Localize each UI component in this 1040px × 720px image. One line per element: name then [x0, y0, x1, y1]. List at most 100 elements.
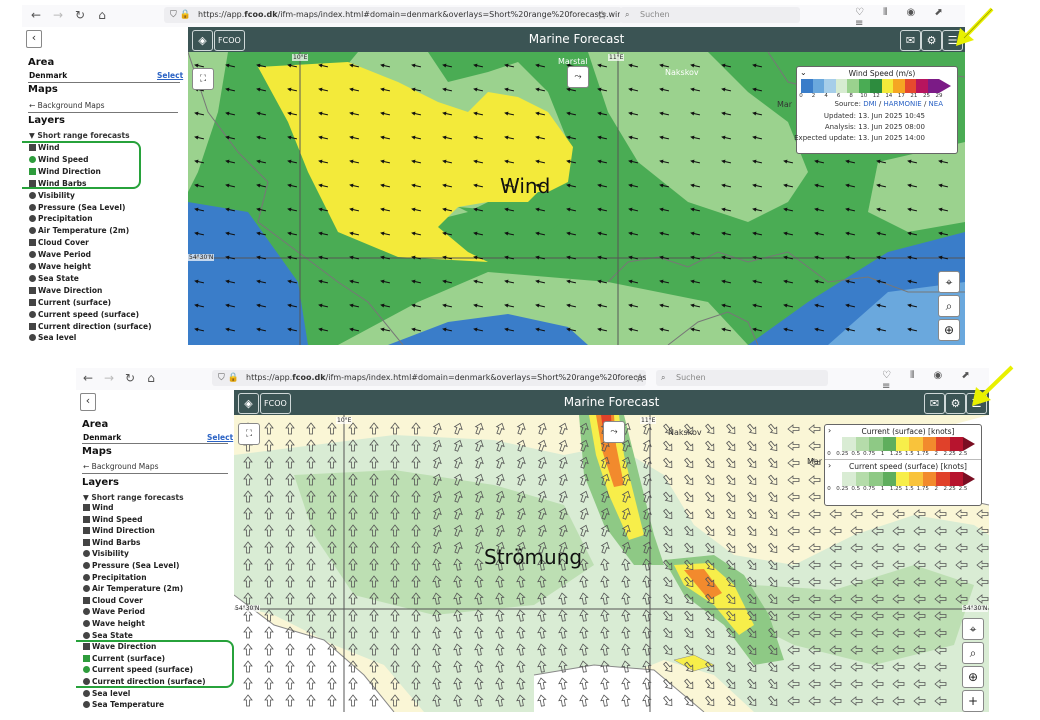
- chevron-right-icon[interactable]: ›: [828, 426, 831, 435]
- back-arrow-icon[interactable]: ←: [28, 7, 44, 23]
- layer-item[interactable]: Pressure (Sea Level): [29, 203, 125, 212]
- layer-item[interactable]: Current (surface): [29, 298, 111, 307]
- layer-item[interactable]: Sea Temperature: [83, 700, 164, 709]
- layer-group-short-range[interactable]: ▼ Short range forecasts: [83, 493, 184, 502]
- gear-icon[interactable]: ⚙: [945, 393, 966, 414]
- chevron-right-icon[interactable]: ›: [828, 461, 831, 470]
- layer-item[interactable]: Current speed (surface): [29, 310, 139, 319]
- crosshair-icon[interactable]: ⊕: [938, 319, 960, 341]
- radio-icon: [83, 585, 90, 593]
- browser-toolbar-icons[interactable]: ♡ ⫴ ◉ ⬈ ≡: [855, 7, 965, 29]
- location-pin-icon[interactable]: ⌖: [962, 618, 984, 640]
- sidebar-back-button[interactable]: ‹: [80, 393, 96, 411]
- layer-item[interactable]: Current direction (surface): [29, 322, 152, 331]
- layer-item[interactable]: Visibility: [29, 191, 75, 200]
- reload-icon[interactable]: ↻: [122, 370, 138, 386]
- legend-updated: Updated: 13. Jun 2025 10:45: [823, 112, 925, 120]
- radio-icon: [83, 550, 90, 558]
- layer-item[interactable]: Wind Direction: [83, 526, 155, 535]
- checkbox-icon: [83, 538, 90, 546]
- legend-color-bar: [829, 472, 977, 486]
- legend-tick-label: 1: [880, 451, 885, 457]
- home-icon[interactable]: ⌂: [143, 370, 159, 386]
- area-value: Denmark: [29, 71, 68, 80]
- legend-swatch: [922, 472, 938, 486]
- address-bar[interactable]: ⛉ 🔒 https://app.fcoo.dk/ifm-maps/index.h…: [212, 370, 646, 386]
- legend-swatch: [855, 472, 871, 486]
- layer-item[interactable]: Wave height: [83, 619, 145, 628]
- zoom-search-icon[interactable]: ⌕: [962, 642, 984, 664]
- source-dmi-link[interactable]: DMI: [863, 100, 877, 108]
- map-tools-icon[interactable]: ⛶: [238, 423, 260, 445]
- map-tools-icon[interactable]: ⛶: [192, 68, 214, 90]
- browser-search-box[interactable]: ⌕ Suchen: [656, 370, 828, 386]
- bookmark-star-icon[interactable]: ☆: [632, 370, 648, 386]
- reload-icon[interactable]: ↻: [72, 7, 88, 23]
- route-icon[interactable]: ⤳: [603, 421, 625, 443]
- map-wind[interactable]: 10°E 11°E 54°30'N Marstal Nakskov Wind ⛶…: [188, 52, 965, 345]
- grid-label-lon: 11°E: [608, 54, 625, 61]
- legend-swatch: [936, 437, 951, 451]
- browser-toolbar: ← → ↻ ⌂ ⛉ 🔒 https://app.fcoo.dk/ifm-maps…: [22, 5, 965, 29]
- layer-item[interactable]: Pressure (Sea Level): [83, 561, 179, 570]
- area-select-link[interactable]: Select: [207, 433, 233, 442]
- bookmark-star-icon[interactable]: ☆: [594, 7, 610, 23]
- crosshair-icon[interactable]: ⊕: [962, 666, 984, 688]
- legend-tick-label: 1.25: [889, 486, 903, 492]
- legend-swatch: [829, 437, 844, 451]
- layer-item[interactable]: Precipitation: [29, 214, 93, 223]
- layer-item[interactable]: Visibility: [83, 549, 129, 558]
- legend-tick-label: 1.5: [905, 486, 914, 492]
- location-pin-icon[interactable]: ⌖: [938, 271, 960, 293]
- layer-item[interactable]: Sea level: [83, 689, 130, 698]
- layer-item[interactable]: Wind Speed: [83, 515, 142, 524]
- layer-label: Wave height: [38, 262, 91, 271]
- legend-swatch: [855, 437, 871, 451]
- layer-item[interactable]: Sea level: [29, 333, 76, 342]
- layer-item[interactable]: Cloud Cover: [29, 238, 89, 247]
- layer-item[interactable]: Sea State: [83, 631, 133, 640]
- layer-item[interactable]: Sea State: [29, 274, 79, 283]
- legend-ticks: 0 0.25 0.5 0.75 1 1.25 1.5 1.75 2 2.25 2.5: [827, 486, 977, 494]
- search-icon: ⌕: [661, 373, 666, 382]
- source-nea-link[interactable]: NEA: [929, 100, 943, 108]
- forward-arrow-icon[interactable]: →: [50, 7, 66, 23]
- layer-group-short-range[interactable]: ▼ Short range forecasts: [29, 131, 130, 140]
- mail-icon[interactable]: ✉: [924, 393, 945, 414]
- layers-heading: Layers: [82, 477, 119, 488]
- map-current[interactable]: 10°E 11°E 54°30'N 54°30'N Nakskov Mar St…: [234, 415, 989, 712]
- source-harmonie-link[interactable]: HARMONIE: [884, 100, 922, 108]
- zoom-search-icon[interactable]: ⌕: [938, 295, 960, 317]
- layer-item[interactable]: Cloud Cover: [83, 596, 143, 605]
- back-arrow-icon[interactable]: ←: [80, 370, 96, 386]
- wind-speed-legend[interactable]: ⌄ Wind Speed (m/s) 0 2 4 6 8 10 12 14 17 21 25 29 So…: [794, 66, 958, 154]
- layer-item[interactable]: Precipitation: [83, 573, 147, 582]
- home-icon[interactable]: ⌂: [94, 7, 110, 23]
- background-maps-link[interactable]: ← Background Maps: [83, 462, 159, 471]
- background-maps-link[interactable]: ← Background Maps: [29, 101, 105, 110]
- gear-icon[interactable]: ⚙: [921, 30, 942, 51]
- current-legend[interactable]: › Current (surface) [knots] 0 0.25 0.5 0.75 1…: [824, 424, 982, 506]
- layer-item[interactable]: Wave Period: [29, 250, 91, 259]
- layer-item[interactable]: Wind Barbs: [83, 538, 140, 547]
- route-icon[interactable]: ⤳: [567, 66, 589, 88]
- layer-item[interactable]: Wave Period: [83, 607, 145, 616]
- layer-item[interactable]: Wave height: [29, 262, 91, 271]
- layer-item[interactable]: Wind: [83, 503, 114, 512]
- sidebar-back-button[interactable]: ‹: [26, 30, 42, 48]
- legend-tick-label: 2.25: [943, 486, 956, 492]
- area-select-link[interactable]: Select: [157, 71, 183, 80]
- layer-item[interactable]: Air Temperature (2m): [29, 226, 129, 235]
- legend-tick-label: 4: [824, 93, 828, 99]
- legend-swatch: [896, 437, 911, 451]
- mail-icon[interactable]: ✉: [900, 30, 921, 51]
- layer-item[interactable]: Air Temperature (2m): [83, 584, 183, 593]
- browser-search-box[interactable]: ⌕ Suchen: [620, 7, 800, 23]
- address-bar[interactable]: ⛉ 🔒 https://app.fcoo.dk/ifm-maps/index.h…: [164, 7, 622, 23]
- legend-tick-label: 14: [885, 93, 893, 99]
- forward-arrow-icon[interactable]: →: [101, 370, 117, 386]
- legend-overflow-arrow: [963, 437, 975, 451]
- zoom-in-icon[interactable]: +: [962, 690, 984, 712]
- chevron-down-icon[interactable]: ⌄: [800, 68, 807, 77]
- layer-item[interactable]: Wave Direction: [29, 286, 102, 295]
